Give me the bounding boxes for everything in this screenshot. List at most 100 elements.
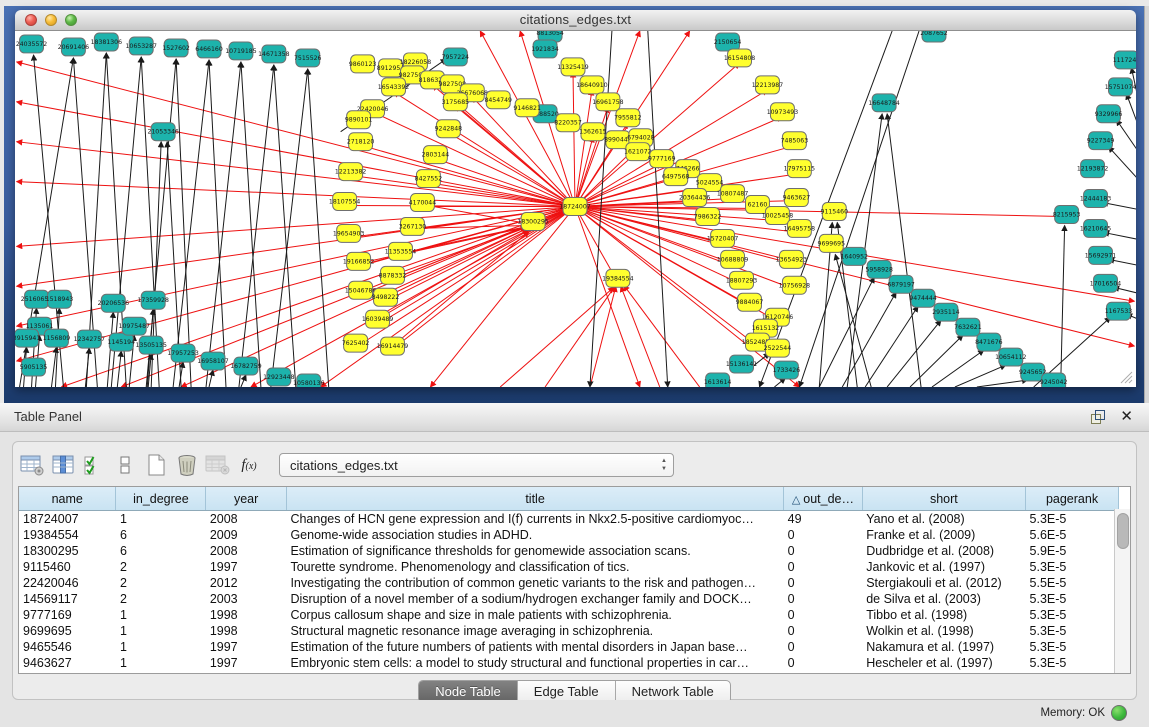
- cell-name[interactable]: 22420046: [19, 575, 116, 591]
- cell-name[interactable]: 19384554: [19, 527, 116, 543]
- network-node[interactable]: 16210645: [1080, 219, 1111, 237]
- network-node[interactable]: 15692971: [1085, 246, 1116, 264]
- network-node[interactable]: 9146821: [513, 99, 541, 117]
- cell-year[interactable]: 2008: [206, 511, 287, 528]
- row-height-icon[interactable]: [112, 452, 138, 478]
- network-node[interactable]: 18640910: [576, 76, 607, 94]
- network-node[interactable]: 18300295: [517, 212, 548, 230]
- cell-short[interactable]: Hescheler et al. (1997): [862, 655, 1025, 671]
- network-node[interactable]: 9227349: [1087, 132, 1115, 150]
- cell-pagerank[interactable]: 5.3E-5: [1026, 655, 1119, 671]
- cell-short[interactable]: Wolkin et al. (1998): [862, 623, 1025, 639]
- network-node[interactable]: 10653287: [126, 37, 157, 55]
- network-node[interactable]: 20364436: [679, 189, 710, 207]
- network-node[interactable]: 3267130: [399, 217, 427, 235]
- cell-short[interactable]: Tibbo et al. (1998): [862, 607, 1025, 623]
- cell-short[interactable]: Dudbridge et al. (2008): [862, 543, 1025, 559]
- network-canvas[interactable]: 2403557220691406183813061065328715276026…: [15, 31, 1136, 387]
- network-node[interactable]: 11325419: [557, 58, 588, 76]
- network-node[interactable]: 9474444: [909, 289, 937, 307]
- network-node[interactable]: 1117243: [1113, 51, 1136, 69]
- network-node[interactable]: 10654112: [995, 348, 1026, 366]
- cell-out_degree[interactable]: 49: [784, 511, 863, 528]
- cell-out_degree[interactable]: 0: [784, 639, 863, 655]
- network-node[interactable]: 2935114: [932, 303, 960, 321]
- network-node[interactable]: 20206536: [98, 294, 129, 312]
- cell-pagerank[interactable]: 5.9E-5: [1026, 543, 1119, 559]
- network-node[interactable]: 16958107: [197, 352, 228, 370]
- network-node[interactable]: 1518943: [46, 290, 74, 308]
- network-node[interactable]: 12213382: [335, 163, 366, 181]
- network-node[interactable]: 12213987: [752, 76, 783, 94]
- network-node[interactable]: 10975487: [119, 317, 150, 335]
- cell-year[interactable]: 2009: [206, 527, 287, 543]
- cell-title[interactable]: Estimation of significance thresholds fo…: [286, 543, 783, 559]
- network-node[interactable]: 1921834: [531, 40, 559, 58]
- cell-pagerank[interactable]: 5.5E-5: [1026, 575, 1119, 591]
- network-node[interactable]: 1733426: [773, 361, 801, 379]
- network-node[interactable]: 1156809: [43, 329, 71, 347]
- cell-in_degree[interactable]: 1: [116, 607, 206, 623]
- table-row[interactable]: 1456911722003Disruption of a novel membe…: [19, 591, 1119, 607]
- cell-name[interactable]: 9115460: [19, 559, 116, 575]
- network-node[interactable]: 8220357: [554, 114, 582, 132]
- network-node[interactable]: 6466160: [195, 40, 223, 58]
- cell-year[interactable]: 2003: [206, 591, 287, 607]
- network-node[interactable]: 2087652: [920, 31, 948, 42]
- network-window-titlebar[interactable]: citations_edges.txt: [15, 10, 1136, 31]
- table-row[interactable]: 911546021997Tourette syndrome. Phenomeno…: [19, 559, 1119, 575]
- table-row[interactable]: 969969511998Structural magnetic resonanc…: [19, 623, 1119, 639]
- cell-name[interactable]: 18724007: [19, 511, 116, 528]
- network-node[interactable]: 9463627: [783, 189, 811, 207]
- network-node[interactable]: 5905135: [20, 358, 48, 376]
- cell-in_degree[interactable]: 2: [116, 575, 206, 591]
- network-node[interactable]: 16495758: [784, 219, 815, 237]
- select-columns-icon[interactable]: [81, 452, 107, 478]
- network-node[interactable]: 2522544: [764, 339, 792, 357]
- cell-name[interactable]: 9465546: [19, 639, 116, 655]
- network-node[interactable]: 3915941: [15, 329, 40, 347]
- network-node[interactable]: 18381306: [91, 33, 122, 51]
- network-node[interactable]: 19166852: [343, 252, 374, 270]
- network-node[interactable]: 7625402: [342, 334, 370, 352]
- network-node[interactable]: 2803144: [422, 146, 450, 164]
- cell-out_degree[interactable]: 0: [784, 527, 863, 543]
- column-header-pagerank[interactable]: pagerank: [1026, 487, 1119, 511]
- network-node[interactable]: 8427552: [415, 170, 443, 188]
- network-node[interactable]: 2718120: [347, 133, 375, 151]
- network-node[interactable]: 17359928: [137, 291, 168, 309]
- column-header-name[interactable]: name: [19, 487, 116, 511]
- network-node[interactable]: 9115460: [821, 203, 849, 221]
- cell-title[interactable]: Corpus callosum shape and size in male p…: [286, 607, 783, 623]
- cell-in_degree[interactable]: 2: [116, 559, 206, 575]
- network-node[interactable]: 7955812: [614, 109, 642, 127]
- cell-pagerank[interactable]: 5.3E-5: [1026, 623, 1119, 639]
- network-node[interactable]: 13654923: [776, 250, 807, 268]
- cell-short[interactable]: Yano et al. (2008): [862, 511, 1025, 528]
- cell-in_degree[interactable]: 1: [116, 623, 206, 639]
- network-node[interactable]: 12193872: [1077, 160, 1108, 178]
- column-header-short[interactable]: short: [862, 487, 1025, 511]
- network-node[interactable]: 10688809: [717, 250, 748, 268]
- network-node[interactable]: 11353554: [385, 242, 416, 260]
- network-node[interactable]: 1167533: [1105, 302, 1133, 320]
- network-node[interactable]: 9329966: [1095, 105, 1123, 123]
- network-node[interactable]: 20691406: [58, 38, 89, 56]
- network-node[interactable]: 16543392: [378, 78, 409, 96]
- network-node[interactable]: 9777169: [648, 150, 676, 168]
- network-node[interactable]: 12923448: [263, 368, 294, 386]
- cell-pagerank[interactable]: 5.6E-5: [1026, 527, 1119, 543]
- cell-name[interactable]: 14569117: [19, 591, 116, 607]
- table-row[interactable]: 1830029562008Estimation of significance …: [19, 543, 1119, 559]
- window-resize-grip[interactable]: [1119, 370, 1133, 384]
- column-header-year[interactable]: year: [206, 487, 287, 511]
- cell-in_degree[interactable]: 2: [116, 591, 206, 607]
- cell-pagerank[interactable]: 5.3E-5: [1026, 511, 1119, 528]
- network-node[interactable]: 9242848: [435, 120, 463, 138]
- network-node[interactable]: 7632621: [954, 318, 982, 336]
- close-panel-icon[interactable]: ✕: [1120, 407, 1133, 425]
- cell-out_degree[interactable]: 0: [784, 607, 863, 623]
- table-selector-combobox[interactable]: citations_edges.txt ▲▼: [279, 453, 674, 477]
- network-node[interactable]: 7485063: [781, 132, 809, 150]
- network-node[interactable]: 24035572: [16, 35, 47, 53]
